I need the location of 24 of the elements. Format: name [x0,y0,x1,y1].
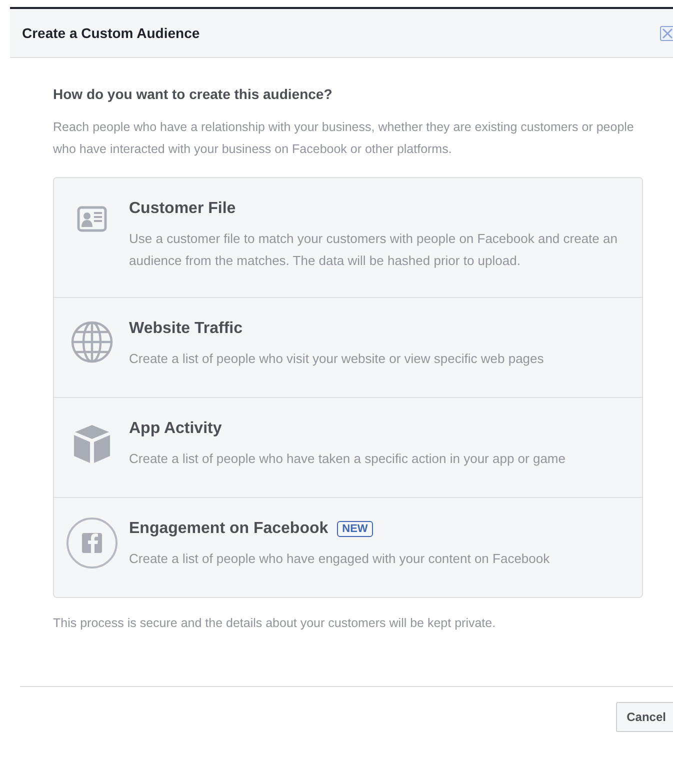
option-row[interactable]: Customer File Use a customer file to match your customers with people on Facebook and create an audience from the matches. The data will be hashed prior to upload. [54,178,642,297]
privacy-note: This process is secure and the details about your customers will be kept private. [53,616,497,630]
cube-icon [72,424,110,464]
new-badge: NEW [337,521,373,537]
cancel-button[interactable]: Cancel [616,702,673,732]
option-title: Website Traffic [129,320,243,338]
option-title: Customer File [129,200,236,218]
option-row[interactable]: App Activity Create a list of people who have taken a specific action in your app or game [54,397,642,497]
globe-icon [70,321,112,363]
question-heading: How do you want to create this audience? [53,86,334,102]
dialog-title: Create a Custom Audience [22,25,200,41]
option-title: Engagement on Facebook [129,520,328,538]
option-description: Create a list of people who have engaged with your content on Facebook [129,550,550,568]
option-title: App Activity [129,420,222,438]
option-row[interactable]: Website Traffic Create a list of people who visit your website or view specific web pages [54,297,642,397]
close-button[interactable] [660,26,673,40]
option-description: Create a list of people who visit your website or view specific web pages [129,350,544,368]
intro-text: Reach people who have a relationship with your business, whether they are existing customers or people who have interacted with your business on Facebook or other platforms. [53,119,635,158]
option-row[interactable]: Engagement on Facebook NEW Create a list of people who have engaged with your content on Facebook [54,497,642,597]
option-description: Create a list of people who have taken a specific action in your app or game [129,450,566,468]
option-description: Use a customer file to match your customers with people on Facebook and create an audience from the matches. The data will be hashed prior to upload. [129,230,618,270]
contact-card-icon [76,206,106,232]
close-icon [661,26,673,40]
facebook-logo-icon [66,515,118,571]
